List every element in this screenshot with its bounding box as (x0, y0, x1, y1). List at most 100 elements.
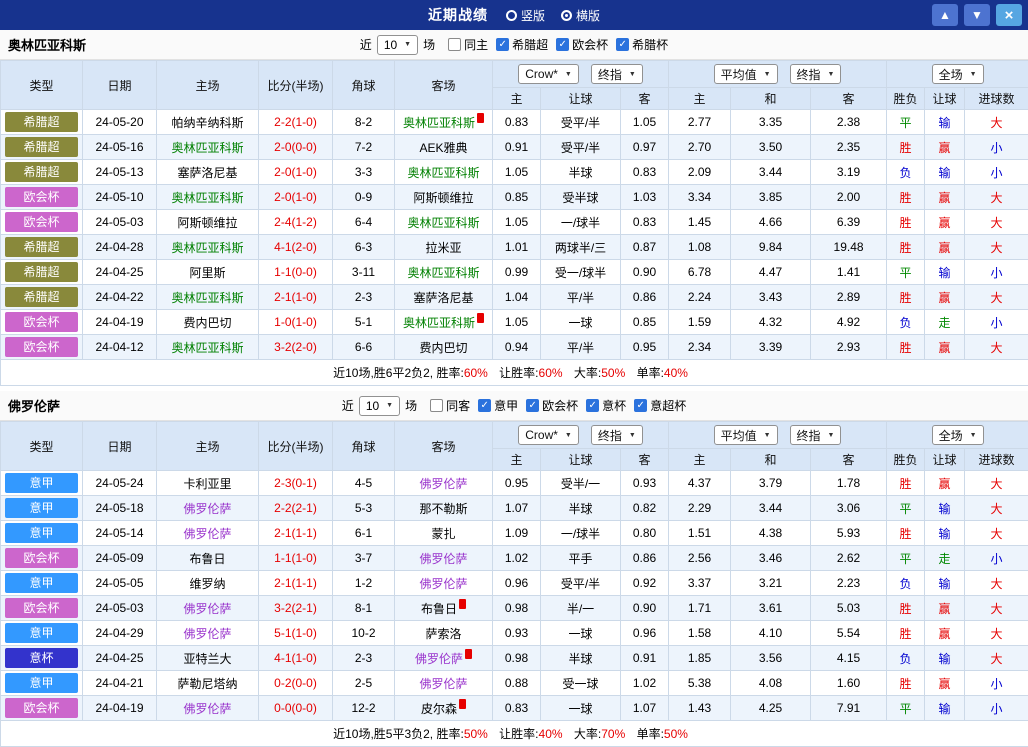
layout-radio-group: 竖版横版 (506, 7, 600, 24)
score: 2-3(0-1) (259, 471, 333, 496)
handicap-result: 赢 (925, 185, 965, 210)
handicap-home-odds: 1.05 (493, 310, 541, 335)
average-odds-select[interactable]: 平均值 (714, 64, 778, 84)
handicap-result: 赢 (925, 285, 965, 310)
handicap-away-odds: 1.02 (621, 671, 669, 696)
handicap-home-odds: 1.05 (493, 160, 541, 185)
corner-count: 10-2 (333, 621, 395, 646)
handicap-result: 输 (925, 646, 965, 671)
scroll-up-button[interactable]: ▲ (932, 4, 958, 26)
goals-result: 大 (965, 521, 1028, 546)
match-count-select[interactable]: 10 (377, 35, 418, 55)
league-filter-group: 同客意甲 欧会杯意杯意超杯 (422, 397, 686, 414)
subcol-result: 胜负 (887, 449, 925, 471)
team-label: 佛罗伦萨 (419, 477, 467, 491)
home-team: 萨勒尼塔纳 (157, 671, 259, 696)
handicap-away-odds: 0.83 (621, 210, 669, 235)
checkbox-label: 欧会杯 (542, 397, 578, 414)
col-home: 主场 (157, 61, 259, 110)
result-group: 全场 (887, 61, 1028, 88)
away-team: 佛罗伦萨 (395, 471, 493, 496)
away-team: 奥林匹亚科斯 (395, 210, 493, 235)
handicap-line: 受平/半 (541, 571, 621, 596)
team-label: 布鲁日 (189, 552, 225, 566)
league-filter-checkbox[interactable]: 希腊杯 (616, 36, 668, 53)
league-filter-checkbox[interactable]: 同主 (448, 36, 488, 53)
win-draw-loss-result: 胜 (887, 671, 925, 696)
close-button[interactable]: × (996, 4, 1022, 26)
match-count-value: 10 (384, 38, 397, 52)
team-label: 阿里斯 (189, 266, 225, 280)
team-label: 那不勒斯 (419, 502, 467, 516)
match-scope-select[interactable]: 全场 (932, 425, 984, 445)
avg-draw-odds: 4.25 (731, 696, 811, 721)
average-odds-select[interactable]: 平均值 (714, 425, 778, 445)
corner-count: 3-3 (333, 160, 395, 185)
team-section: 佛罗伦萨 近 10 场 同客意甲欧会杯意杯意超杯 类型 日期 主场 比分(半场)… (0, 391, 1028, 747)
win-draw-loss-result: 平 (887, 696, 925, 721)
team-label: 萨勒尼塔纳 (177, 677, 237, 691)
match-count-select[interactable]: 10 (359, 396, 400, 416)
score: 2-0(0-0) (259, 135, 333, 160)
checkbox-unchecked-icon (430, 399, 443, 412)
away-team: 佛罗伦萨 (395, 671, 493, 696)
avg-draw-odds: 4.08 (731, 671, 811, 696)
avg-draw-odds: 4.47 (731, 260, 811, 285)
team-label: 奥林匹亚科斯 (407, 166, 479, 180)
match-row: 意甲24-05-18佛罗伦萨2-2(2-1)5-3那不勒斯1.07半球0.822… (1, 496, 1028, 521)
results-table: 类型 日期 主场 比分(半场) 角球 客场 Crow*终指 平均值终指 全场 (0, 60, 1028, 386)
avg-home-win-odds: 3.37 (669, 571, 731, 596)
home-team: 奥林匹亚科斯 (157, 185, 259, 210)
col-date: 日期 (83, 61, 157, 110)
match-rows: 意甲24-05-24卡利亚里2-3(0-1)4-5佛罗伦萨0.95受半/一0.9… (1, 471, 1028, 721)
radio-horizontal-layout[interactable]: 横版 (561, 7, 600, 24)
league-filter-checkbox[interactable]: 意甲 (478, 397, 518, 414)
handicap-away-odds: 0.86 (621, 285, 669, 310)
league-filter-checkbox[interactable]: 欧会杯 (556, 36, 608, 53)
avg-draw-odds: 3.50 (731, 135, 811, 160)
league-filter-checkbox[interactable]: 欧会杯 (526, 397, 578, 414)
summary-stat-label: 胜率: (436, 366, 463, 380)
avg-home-win-odds: 1.08 (669, 235, 731, 260)
bookmaker-select[interactable]: Crow* (518, 425, 579, 445)
match-scope-select[interactable]: 全场 (932, 64, 984, 84)
scroll-down-button[interactable]: ▼ (964, 4, 990, 26)
avg-home-win-odds: 5.38 (669, 671, 731, 696)
avg-home-win-odds: 1.58 (669, 621, 731, 646)
win-draw-loss-result: 胜 (887, 621, 925, 646)
handicap-line: 半/一 (541, 596, 621, 621)
away-team: 奥林匹亚科斯 (395, 310, 493, 335)
col-date: 日期 (83, 422, 157, 471)
bookmaker-select[interactable]: Crow* (518, 64, 579, 84)
final-odds-select-2[interactable]: 终指 (790, 64, 842, 84)
goals-result: 小 (965, 546, 1028, 571)
final-odds-select[interactable]: 终指 (591, 425, 643, 445)
avg-draw-odds: 9.84 (731, 235, 811, 260)
goals-result: 大 (965, 471, 1028, 496)
team-label: 奥林匹亚科斯 (171, 341, 243, 355)
radio-vertical-layout[interactable]: 竖版 (506, 7, 545, 24)
goals-result: 大 (965, 285, 1028, 310)
avg-away-win-odds: 2.23 (811, 571, 887, 596)
league-filter-checkbox[interactable]: 意杯 (586, 397, 626, 414)
league-filter-checkbox[interactable]: 希腊超 (496, 36, 548, 53)
red-card-icon (477, 113, 484, 123)
final-odds-select[interactable]: 终指 (591, 64, 643, 84)
avg-away-win-odds: 2.00 (811, 185, 887, 210)
match-row: 欧会杯24-05-03阿斯顿维拉2-4(1-2)6-4奥林匹亚科斯1.05一/球… (1, 210, 1028, 235)
match-row: 意甲24-04-29佛罗伦萨5-1(1-0)10-2萨索洛0.93一球0.961… (1, 621, 1028, 646)
avg-away-win-odds: 4.15 (811, 646, 887, 671)
match-row: 欧会杯24-05-10奥林匹亚科斯2-0(1-0)0-9阿斯顿维拉0.85受半球… (1, 185, 1028, 210)
handicap-away-odds: 0.87 (621, 235, 669, 260)
league-filter-checkbox[interactable]: 同客 (430, 397, 470, 414)
avg-home-win-odds: 1.51 (669, 521, 731, 546)
handicap-result: 赢 (925, 135, 965, 160)
summary-prefix: 近10场,胜5平3负2, (333, 727, 436, 741)
win-draw-loss-result: 胜 (887, 335, 925, 360)
handicap-away-odds: 0.96 (621, 621, 669, 646)
league-filter-checkbox[interactable]: 意超杯 (634, 397, 686, 414)
avg-away-win-odds: 6.39 (811, 210, 887, 235)
avg-home-win-odds: 2.34 (669, 335, 731, 360)
handicap-home-odds: 0.98 (493, 596, 541, 621)
final-odds-select-2[interactable]: 终指 (790, 425, 842, 445)
